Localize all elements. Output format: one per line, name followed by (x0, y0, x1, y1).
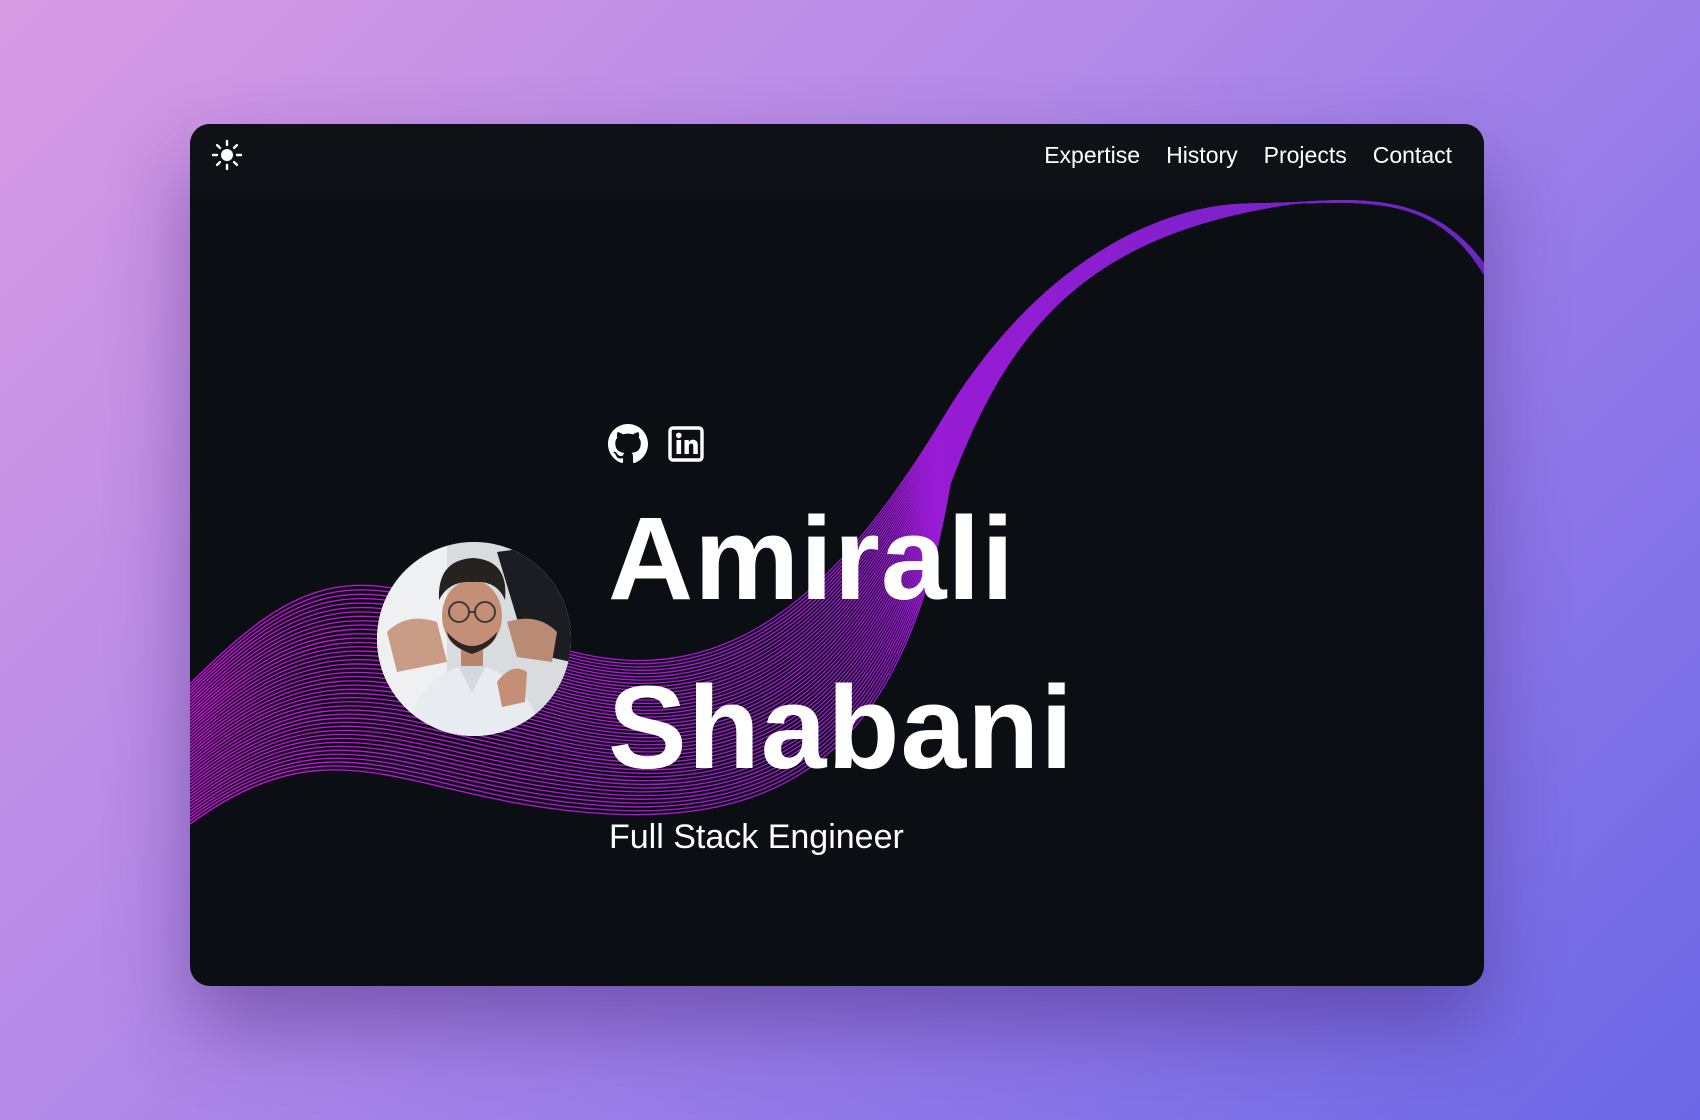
social-links (608, 424, 706, 464)
hero-role: Full Stack Engineer (609, 818, 904, 856)
app-window: Expertise History Projects Contact Amira… (190, 124, 1484, 986)
top-navbar: Expertise History Projects Contact (190, 124, 1484, 194)
sun-icon[interactable] (211, 139, 243, 171)
profile-avatar (377, 542, 571, 736)
profile-photo (377, 542, 571, 736)
linkedin-icon[interactable] (666, 424, 706, 464)
hero-last-name: Shabani (608, 662, 1074, 794)
nav-link-history[interactable]: History (1166, 140, 1238, 170)
hero-first-name: Amirali (608, 493, 1016, 625)
nav-link-contact[interactable]: Contact (1373, 140, 1452, 170)
nav-link-expertise[interactable]: Expertise (1044, 140, 1140, 170)
main-nav: Expertise History Projects Contact (1044, 140, 1452, 170)
github-icon[interactable] (608, 424, 648, 464)
nav-link-projects[interactable]: Projects (1264, 140, 1347, 170)
